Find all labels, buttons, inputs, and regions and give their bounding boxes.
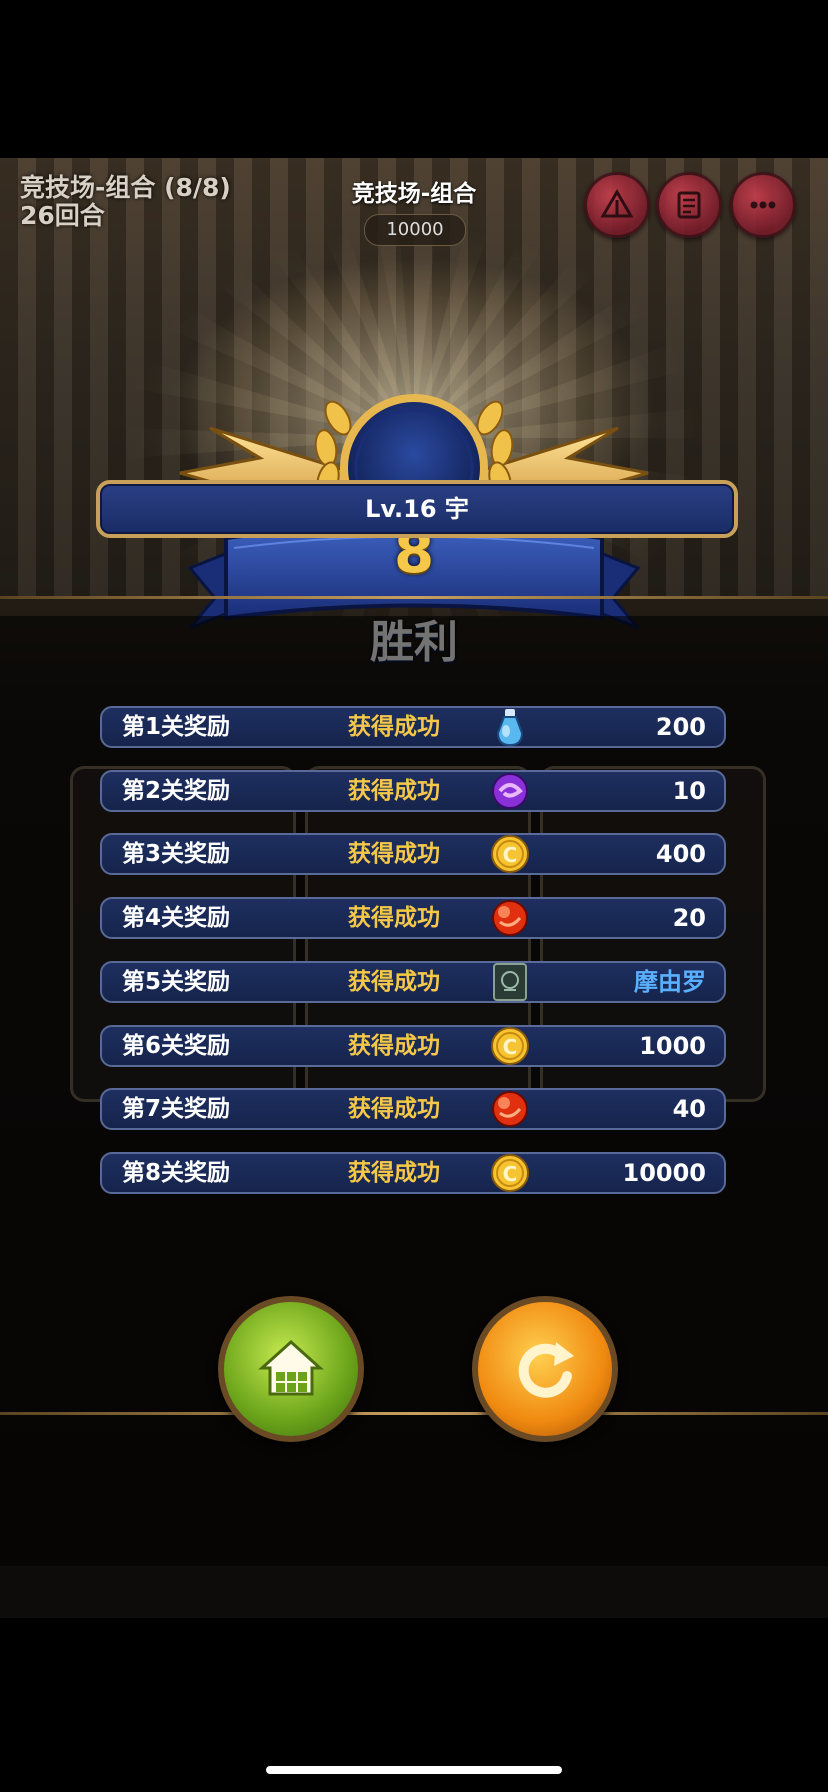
reward-stage-label: 第1关奖励 <box>122 714 231 740</box>
reward-status: 获得成功 <box>348 841 440 867</box>
card-icon <box>488 960 532 1004</box>
reward-status: 获得成功 <box>348 778 440 804</box>
reward-stage-label: 第7关奖励 <box>122 1096 231 1122</box>
gold-coin-icon: C <box>488 1024 532 1068</box>
notes-button[interactable] <box>656 172 722 238</box>
reward-row: 第4关奖励 获得成功 20 <box>100 897 726 939</box>
purple-orb-icon <box>488 769 532 813</box>
battle-scene: 竞技场-组合 (8/8) 26回合 竞技场-组合 10000 8 <box>0 158 828 1618</box>
reward-row: 第2关奖励 获得成功 10 <box>100 770 726 812</box>
reward-stage-label: 第4关奖励 <box>122 905 231 931</box>
reward-amount: 1000 <box>639 1032 706 1060</box>
reward-amount: 400 <box>655 840 706 868</box>
reward-amount: 10 <box>672 777 706 805</box>
reward-amount: 40 <box>672 1095 706 1123</box>
home-button[interactable] <box>218 1296 364 1442</box>
player-level-banner: Lv.16 宇 <box>96 480 738 538</box>
reward-row: 第7关奖励 获得成功 40 <box>100 1088 726 1130</box>
reward-stage-label: 第6关奖励 <box>122 1033 231 1059</box>
red-orb-icon <box>488 896 532 940</box>
gold-coin-icon: C <box>488 832 532 876</box>
reward-status: 获得成功 <box>348 1160 440 1186</box>
reward-amount: 10000 <box>622 1159 707 1187</box>
reward-stage-label: 第5关奖励 <box>122 969 231 995</box>
reward-row: 第5关奖励 获得成功 摩由罗 <box>100 961 726 1003</box>
retry-button[interactable] <box>472 1296 618 1442</box>
svg-text:C: C <box>503 1035 518 1059</box>
reward-stage-label: 第8关奖励 <box>122 1160 231 1186</box>
reward-row: 第6关奖励 获得成功 C 1000 <box>100 1025 726 1067</box>
red-orb-icon <box>488 1087 532 1131</box>
reward-row: 第3关奖励 获得成功 C 400 <box>100 833 726 875</box>
reward-stage-label: 第2关奖励 <box>122 778 231 804</box>
reward-status: 获得成功 <box>348 969 440 995</box>
reward-status: 获得成功 <box>348 1033 440 1059</box>
home-indicator[interactable] <box>266 1766 562 1774</box>
potion-icon <box>488 705 532 749</box>
reward-row: 第8关奖励 获得成功 C 10000 <box>100 1152 726 1194</box>
reward-status: 获得成功 <box>348 714 440 740</box>
stage-icon <box>600 189 634 218</box>
gold-coin-icon: C <box>488 1151 532 1195</box>
retry-icon <box>518 1342 574 1398</box>
notes-icon <box>677 191 701 219</box>
reward-status: 获得成功 <box>348 1096 440 1122</box>
svg-text:C: C <box>503 843 518 867</box>
stage-button[interactable] <box>584 172 650 238</box>
top-divider <box>0 596 828 599</box>
score-pill: 10000 <box>364 214 466 246</box>
bottom-divider <box>0 1412 828 1415</box>
reward-stage-label: 第3关奖励 <box>122 841 231 867</box>
reward-amount: 20 <box>672 904 706 932</box>
more-button[interactable] <box>730 172 796 238</box>
home-icon <box>258 1339 324 1396</box>
reward-amount: 200 <box>655 713 706 741</box>
reward-row: 第1关奖励 获得成功 200 <box>100 706 726 748</box>
reward-amount: 摩由罗 <box>634 968 706 996</box>
reward-status: 获得成功 <box>348 905 440 931</box>
svg-text:C: C <box>503 1162 518 1186</box>
more-icon <box>750 201 776 209</box>
